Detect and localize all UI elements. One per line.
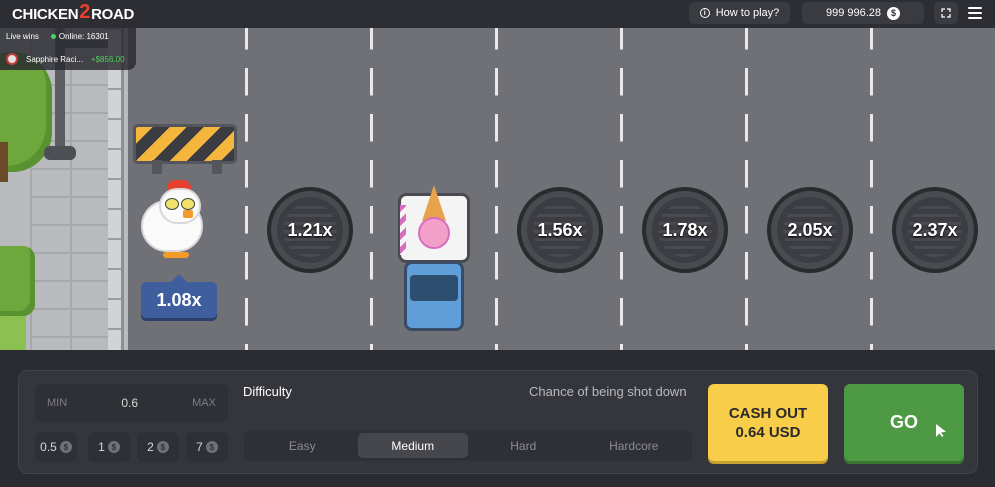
live-wins-label: Live wins <box>6 32 39 41</box>
multiplier-manhole[interactable]: 1.56x <box>517 187 603 273</box>
how-to-play-button[interactable]: i How to play? <box>689 2 790 24</box>
menu-button[interactable] <box>968 7 982 22</box>
quick-bet-button[interactable]: 0.5 $ <box>35 432 77 462</box>
cash-out-label: CASH OUT <box>728 404 808 422</box>
online-count: Online: 16301 <box>50 32 109 41</box>
chance-label: Chance of being shot down <box>529 384 687 399</box>
difficulty-hard[interactable]: Hard <box>468 433 579 458</box>
multiplier-manhole[interactable]: 2.05x <box>767 187 853 273</box>
difficulty-medium[interactable]: Medium <box>357 433 468 458</box>
online-dot-icon <box>50 34 56 39</box>
fullscreen-icon <box>941 8 951 18</box>
balance-value: 999 996.28 <box>825 7 882 19</box>
multiplier-label: 2.37x <box>912 219 958 240</box>
difficulty-selector: Easy Medium Hard Hardcore <box>244 430 692 461</box>
go-label: GO <box>889 412 918 432</box>
lane-divider <box>245 28 248 350</box>
bet-amount-input[interactable]: MIN 0.6 MAX <box>35 384 228 422</box>
multiplier-manhole[interactable]: 1.21x <box>267 187 353 273</box>
logo: CHICKEN 2 ROAD <box>12 0 135 24</box>
curb <box>108 28 124 350</box>
lane-divider <box>495 28 498 350</box>
balance-display: 999 996.28 $ <box>802 2 924 24</box>
current-multiplier-badge: 1.08x <box>141 274 217 318</box>
bet-amount-value[interactable]: 0.6 <box>121 396 138 410</box>
go-button[interactable]: GO <box>844 384 964 461</box>
multiplier-label: 1.21x <box>287 219 333 240</box>
multiplier-manhole[interactable]: 2.37x <box>892 187 978 273</box>
multiplier-label: 2.05x <box>787 219 833 240</box>
how-to-play-label: How to play? <box>715 7 780 19</box>
info-icon: i <box>699 8 710 18</box>
difficulty-hardcore[interactable]: Hardcore <box>579 433 690 458</box>
multiplier-manhole[interactable]: 1.78x <box>642 187 728 273</box>
dollar-coin-icon: $ <box>107 441 120 453</box>
logo-text-left: CHICKEN <box>12 5 79 23</box>
quick-bet-button[interactable]: 1 $ <box>88 432 130 462</box>
ice-cream-truck <box>396 185 472 333</box>
road-scene: 1.08x 1.21x 1.56x 1.78x 2.05x 2.37x <box>0 28 995 350</box>
min-button[interactable]: MIN <box>47 397 67 409</box>
dollar-coin-icon: $ <box>156 441 169 453</box>
chicken-character <box>137 180 217 260</box>
dollar-coin-icon: $ <box>205 441 218 453</box>
fullscreen-button[interactable] <box>934 2 958 24</box>
live-wins-panel: Live wins Online: 16301 Sapphire Raci...… <box>0 28 136 70</box>
street-lamp-base <box>44 146 76 160</box>
lane-divider <box>370 28 373 350</box>
lane-divider <box>745 28 748 350</box>
dollar-coin-icon: $ <box>887 6 901 20</box>
difficulty-label: Difficulty <box>243 384 292 399</box>
logo-text-mid: 2 <box>79 0 91 23</box>
live-win-amount: +$856.00 <box>90 54 125 64</box>
dollar-coin-icon: $ <box>59 441 72 453</box>
game-app: CHICKEN 2 ROAD i How to play? 999 996.28… <box>0 0 995 487</box>
multiplier-label: 1.56x <box>537 219 583 240</box>
cash-out-amount: 0.64 USD <box>735 423 801 441</box>
lane-divider <box>620 28 623 350</box>
bush-decoration <box>0 246 35 316</box>
quick-bet-button[interactable]: 2 $ <box>137 432 179 462</box>
avatar <box>6 53 18 65</box>
lane-divider <box>870 28 873 350</box>
quick-bet-button[interactable]: 7 $ <box>186 432 228 462</box>
difficulty-easy[interactable]: Easy <box>247 433 358 458</box>
barrier-post <box>212 160 222 174</box>
logo-text-right: ROAD <box>91 5 135 23</box>
barrier-post <box>152 160 162 174</box>
top-bar: CHICKEN 2 ROAD i How to play? 999 996.28… <box>0 0 995 28</box>
road-barrier <box>133 124 237 164</box>
live-player-name: Sapphire Raci... <box>26 54 83 64</box>
max-button[interactable]: MAX <box>192 397 216 409</box>
cash-out-button[interactable]: CASH OUT 0.64 USD <box>708 384 828 461</box>
multiplier-label: 1.78x <box>662 219 708 240</box>
